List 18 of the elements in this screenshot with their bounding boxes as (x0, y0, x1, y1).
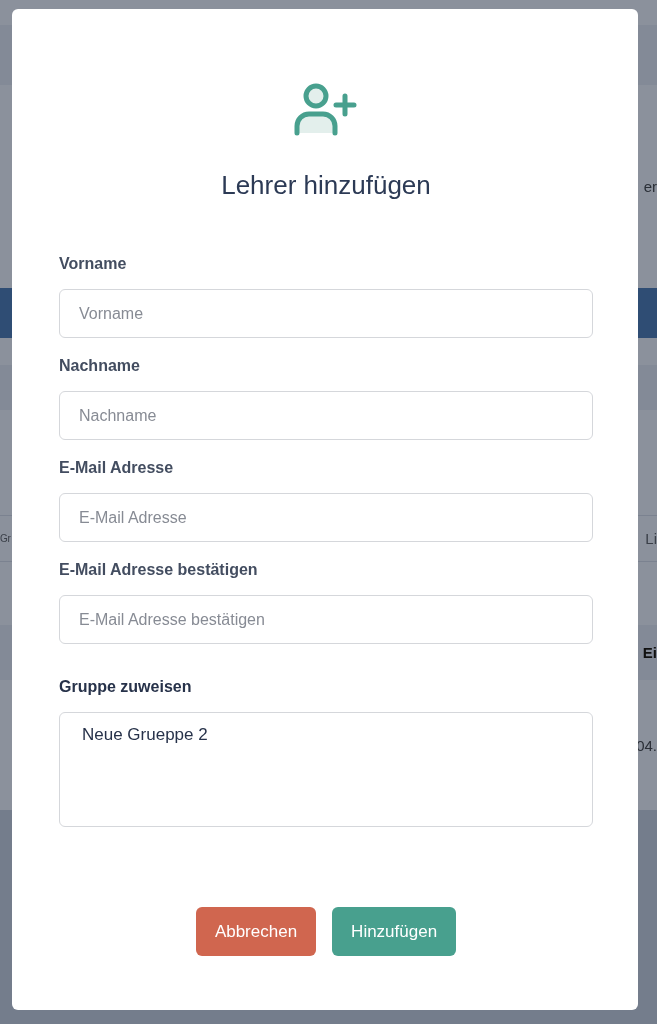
input-field[interactable]: E-Mail Adresse bestätigen (59, 595, 593, 644)
field-label: Gruppe zuweisen (59, 677, 192, 697)
background-text: Li (645, 530, 657, 547)
background-text: Ei (642, 644, 657, 661)
cancel-button[interactable]: Abbrechen (195, 907, 317, 956)
field-label: E-Mail Adresse (59, 458, 174, 478)
background-text: Gr (0, 533, 11, 544)
background-text: er (643, 178, 657, 195)
input-field[interactable]: Vorname (59, 289, 593, 338)
field-label: Vorname (59, 254, 127, 274)
field-label: Nachname (59, 356, 140, 376)
group-option[interactable]: Neue Grueppe 2 (82, 725, 208, 745)
add-user-icon (294, 82, 358, 136)
dialog-title: Lehrer hinzufügen (220, 170, 432, 201)
input-field[interactable]: Nachname (59, 391, 593, 440)
input-field[interactable]: E-Mail Adresse (59, 493, 593, 542)
field-label: E-Mail Adresse bestätigen (59, 560, 258, 580)
group-list[interactable]: Neue Grueppe 2 (59, 712, 593, 827)
